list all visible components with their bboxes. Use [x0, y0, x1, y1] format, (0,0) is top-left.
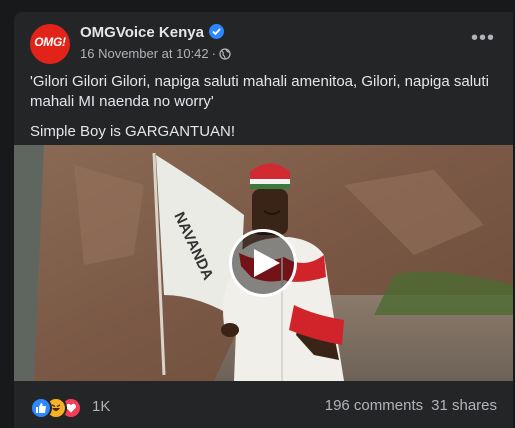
video-player[interactable]: NAVANDA [14, 145, 513, 381]
engagement-stats: 196 comments 31 shares [325, 397, 497, 414]
page-name[interactable]: OMGVoice Kenya [80, 24, 224, 41]
post-text: 'Gilori Gilori Gilori, napiga saluti mah… [30, 72, 500, 152]
comments-count[interactable]: 196 comments [325, 397, 423, 414]
globe-icon[interactable] [219, 48, 231, 63]
like-icon [30, 397, 52, 419]
play-button[interactable] [229, 229, 297, 297]
page-name-label[interactable]: OMGVoice Kenya [80, 24, 204, 41]
post-header: OMG! OMGVoice Kenya 16 November at 10:42… [14, 12, 513, 74]
verified-badge-icon [208, 24, 224, 39]
post-footer: 1K 196 comments 31 shares [14, 381, 513, 428]
more-options-button[interactable]: ••• [465, 28, 501, 52]
meta-separator: · [211, 46, 216, 61]
post-timestamp[interactable]: 16 November at 10:42 [80, 46, 209, 61]
shares-count[interactable]: 31 shares [431, 397, 497, 414]
post-meta: 16 November at 10:42 · [80, 46, 231, 63]
reaction-count[interactable]: 1K [92, 398, 110, 415]
page-avatar[interactable]: OMG! [30, 24, 70, 64]
avatar-logo-text: OMG! [34, 35, 66, 49]
post-text-line-2: Simple Boy is GARGANTUAN! [30, 123, 236, 140]
play-icon [254, 249, 280, 277]
post-text-line-1: 'Gilori Gilori Gilori, napiga saluti mah… [30, 73, 489, 110]
post-card: OMG! OMGVoice Kenya 16 November at 10:42… [14, 12, 513, 428]
